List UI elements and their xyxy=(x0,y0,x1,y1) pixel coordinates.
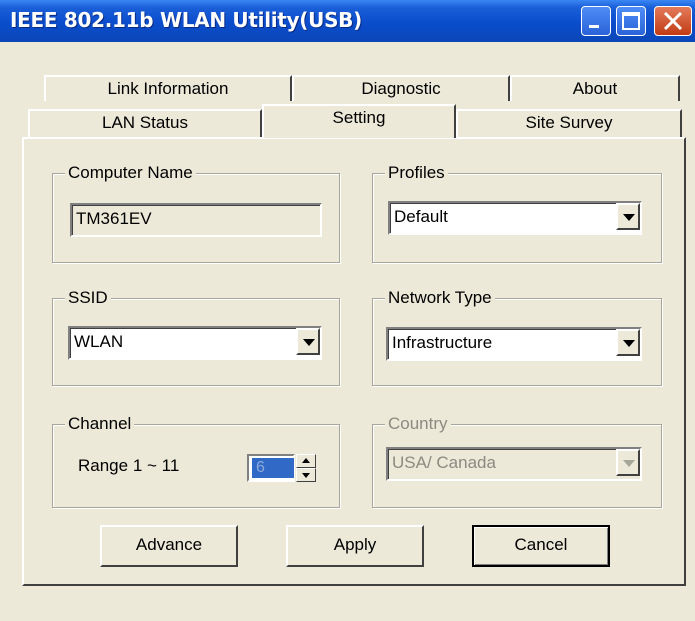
channel-spinner-buttons xyxy=(296,454,316,482)
cancel-button-label: Cancel xyxy=(514,535,568,554)
utility-window: IEEE 802.11b WLAN Utility(USB) Link Info… xyxy=(0,0,695,621)
minimize-button[interactable] xyxy=(581,6,611,36)
tab-label: Setting xyxy=(332,108,386,127)
computer-name-label: Computer Name xyxy=(65,162,196,184)
chevron-down-icon xyxy=(623,460,635,467)
profiles-dropdown-button[interactable] xyxy=(616,203,640,230)
chevron-up-icon xyxy=(302,458,310,463)
chevron-down-icon xyxy=(623,340,635,347)
computer-name-field: TM361EV xyxy=(70,203,322,237)
minimize-icon xyxy=(589,25,599,28)
profiles-label: Profiles xyxy=(385,162,448,184)
channel-spinner-field[interactable]: 6 xyxy=(247,454,295,482)
window-title: IEEE 802.11b WLAN Utility(USB) xyxy=(10,8,362,32)
network-type-dropdown[interactable]: Infrastructure xyxy=(386,327,642,361)
profiles-selected: Default xyxy=(394,207,448,226)
tab-label: Site Survey xyxy=(525,113,613,132)
tab-label: About xyxy=(572,79,618,98)
advance-button[interactable]: Advance xyxy=(100,525,238,567)
tab-label: LAN Status xyxy=(102,113,188,132)
tab-label: Link Information xyxy=(107,79,229,98)
chevron-down-icon xyxy=(623,214,635,221)
profiles-dropdown[interactable]: Default xyxy=(388,201,642,235)
tab-link-information[interactable]: Link Information xyxy=(44,75,292,101)
cancel-button[interactable]: Cancel xyxy=(472,525,610,567)
tab-lan-status[interactable]: LAN Status xyxy=(28,109,262,139)
network-type-selected: Infrastructure xyxy=(392,333,493,352)
channel-label: Channel xyxy=(65,413,135,435)
apply-button-label: Apply xyxy=(333,535,377,554)
tab-label: Diagnostic xyxy=(361,79,441,98)
channel-increment-button[interactable] xyxy=(296,454,316,468)
tab-site-survey[interactable]: Site Survey xyxy=(456,109,682,139)
ssid-dropdown[interactable]: WLAN xyxy=(68,326,322,360)
title-bar[interactable]: IEEE 802.11b WLAN Utility(USB) xyxy=(0,0,695,42)
channel-value: 6 xyxy=(252,458,294,478)
country-selected: USA/ Canada xyxy=(392,453,496,472)
ssid-label: SSID xyxy=(65,287,111,309)
tab-diagnostic[interactable]: Diagnostic xyxy=(292,75,510,101)
ssid-selected: WLAN xyxy=(74,332,124,351)
channel-decrement-button[interactable] xyxy=(296,468,316,482)
advance-button-label: Advance xyxy=(135,535,203,554)
channel-range-text: Range 1 ~ 11 xyxy=(78,456,180,475)
country-label: Country xyxy=(385,413,451,435)
close-button[interactable] xyxy=(654,6,692,36)
ssid-dropdown-button[interactable] xyxy=(296,328,320,355)
maximize-button[interactable] xyxy=(616,6,646,36)
country-dropdown: USA/ Canada xyxy=(386,447,642,481)
chevron-down-icon xyxy=(302,473,310,478)
maximize-icon xyxy=(622,12,640,30)
apply-button[interactable]: Apply xyxy=(286,525,424,567)
country-dropdown-button xyxy=(616,449,640,476)
tab-setting[interactable]: Setting xyxy=(262,104,456,138)
tab-about[interactable]: About xyxy=(510,75,680,101)
computer-name-value: TM361EV xyxy=(76,209,152,228)
chevron-down-icon xyxy=(303,339,315,346)
network-type-dropdown-button[interactable] xyxy=(616,329,640,356)
close-icon xyxy=(663,11,683,31)
network-type-label: Network Type xyxy=(385,287,495,309)
